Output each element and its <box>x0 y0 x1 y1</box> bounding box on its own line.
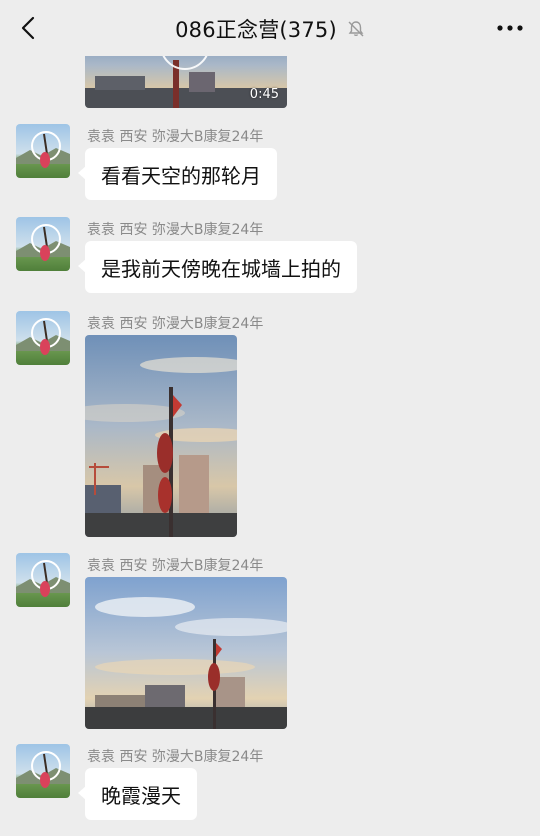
sender-name: 袁袁 西安 弥漫大B康复24年 <box>87 129 264 145</box>
text-bubble[interactable]: 是我前天傍晚在城墙上拍的 <box>78 241 357 293</box>
more-dots-icon <box>497 25 523 31</box>
chat-header: 086正念营(375) <box>0 0 540 56</box>
text-bubble[interactable]: 晚霞漫天 <box>78 768 197 820</box>
avatar[interactable] <box>16 217 70 271</box>
more-button[interactable] <box>492 12 528 44</box>
image-message[interactable] <box>85 335 237 537</box>
sender-name: 袁袁 西安 弥漫大B康复24年 <box>87 558 264 574</box>
image-message[interactable] <box>85 577 287 729</box>
text-bubble[interactable]: 看看天空的那轮月 <box>78 148 277 200</box>
sender-name: 袁袁 西安 弥漫大B康复24年 <box>87 316 264 332</box>
header-title-area: 086正念营(375) <box>0 14 540 44</box>
sender-name: 袁袁 西安 弥漫大B康复24年 <box>87 749 264 765</box>
page-title: 086正念营(375) <box>175 18 337 42</box>
message-list[interactable]: 0:45 袁袁 西安 弥漫大B康复24年 看看天空的那轮月 袁袁 西安 弥漫大B… <box>0 0 540 836</box>
avatar[interactable] <box>16 311 70 365</box>
video-duration: 0:45 <box>249 87 279 102</box>
avatar[interactable] <box>16 744 70 798</box>
sender-name: 袁袁 西安 弥漫大B康复24年 <box>87 222 264 238</box>
avatar[interactable] <box>16 124 70 178</box>
avatar[interactable] <box>16 553 70 607</box>
bell-off-icon <box>348 21 364 37</box>
